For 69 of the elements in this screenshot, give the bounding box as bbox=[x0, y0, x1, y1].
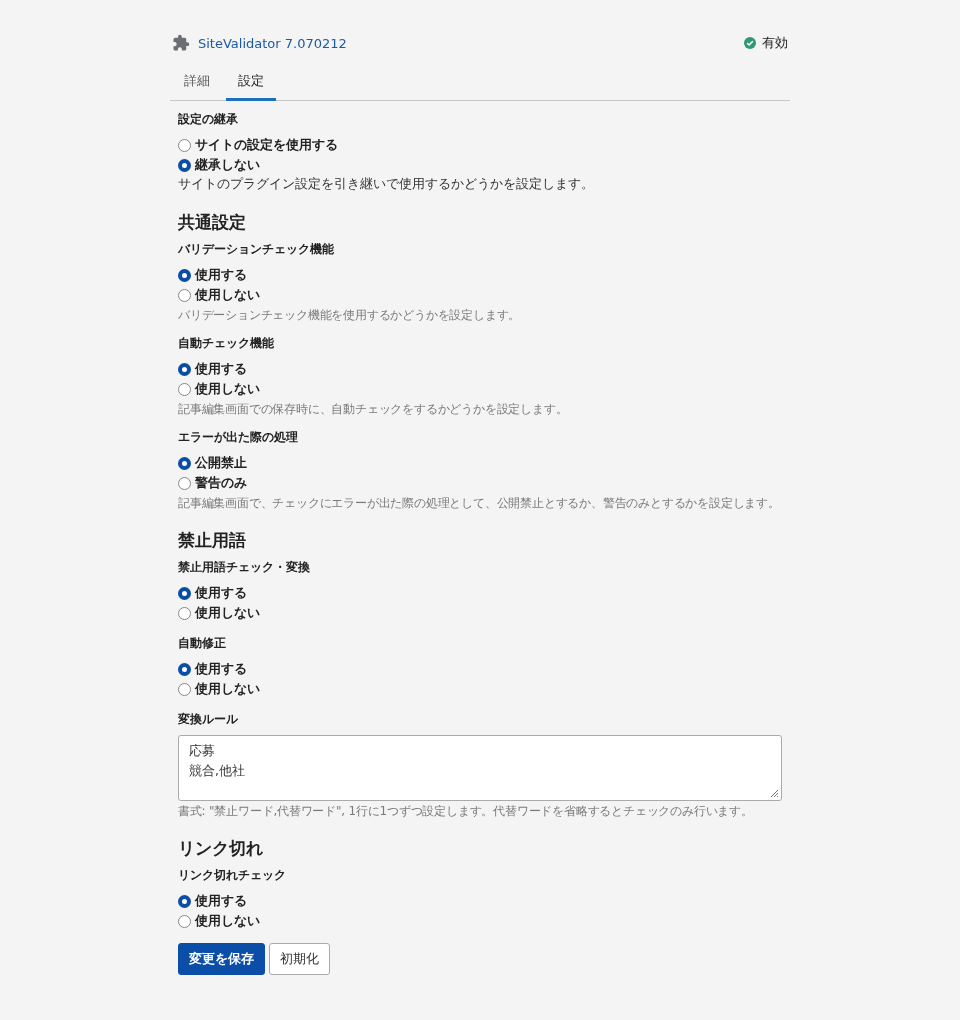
radio-option[interactable]: 使用しない bbox=[178, 603, 782, 623]
option-label: 使用しない bbox=[195, 380, 260, 398]
field-label: 自動修正 bbox=[178, 635, 227, 651]
radio-button[interactable] bbox=[178, 894, 191, 908]
field-label: 自動チェック機能 bbox=[178, 335, 275, 351]
radio-button[interactable] bbox=[178, 382, 191, 396]
radio-button[interactable] bbox=[178, 288, 191, 302]
radio-button[interactable] bbox=[178, 914, 191, 928]
field-label: 禁止用語チェック・変換 bbox=[178, 559, 311, 575]
help-text: バリデーションチェック機能を使用するかどうかを設定します。 bbox=[178, 308, 522, 323]
radio-button[interactable] bbox=[178, 662, 191, 676]
radio-button[interactable] bbox=[178, 362, 191, 376]
radio-button[interactable] bbox=[178, 456, 191, 470]
field-label: エラーが出た際の処理 bbox=[178, 429, 299, 445]
radio-button[interactable] bbox=[178, 682, 191, 696]
option-label: 使用する bbox=[195, 660, 247, 678]
section-heading: 共通設定 bbox=[178, 211, 247, 233]
tab[interactable]: 詳細 bbox=[172, 66, 222, 101]
radio-option[interactable]: 使用する bbox=[178, 659, 782, 679]
field-description: サイトのプラグイン設定を引き継いで使用するかどうかを設定します。 bbox=[178, 175, 595, 193]
save-button[interactable]: 変更を保存 bbox=[178, 943, 265, 975]
help-text: 記事編集画面で、チェックにエラーが出た際の処理として、公開禁止とするか、警告のみとするかを設定します。 bbox=[178, 496, 781, 511]
radio-option[interactable]: 使用する bbox=[178, 359, 782, 379]
rules-textarea[interactable]: 応募 競合,他社 bbox=[178, 735, 782, 801]
radio-option[interactable]: 使用する bbox=[178, 583, 782, 603]
tab[interactable]: 設定 bbox=[226, 66, 276, 101]
option-label: 使用しない bbox=[195, 912, 260, 930]
radio-option[interactable]: サイトの設定を使用する bbox=[178, 135, 782, 155]
radio-option[interactable]: 使用しない bbox=[178, 911, 782, 931]
radio-option[interactable]: 使用する bbox=[178, 891, 782, 911]
option-label: 警告のみ bbox=[195, 474, 247, 492]
option-label: 公開禁止 bbox=[195, 454, 247, 472]
rule-line: 競合,他社 bbox=[189, 762, 246, 780]
resize-grip-icon[interactable] bbox=[769, 788, 779, 798]
option-label: 継承しない bbox=[195, 156, 260, 174]
radio-option[interactable]: 使用しない bbox=[178, 285, 782, 305]
option-label: 使用する bbox=[195, 892, 247, 910]
radio-button[interactable] bbox=[178, 138, 191, 152]
option-label: 使用しない bbox=[195, 286, 260, 304]
field-label: バリデーションチェック機能 bbox=[178, 241, 335, 257]
option-label: 使用する bbox=[195, 584, 247, 602]
radio-option[interactable]: 使用する bbox=[178, 265, 782, 285]
section-heading: 禁止用語 bbox=[178, 529, 247, 551]
radio-button[interactable] bbox=[178, 606, 191, 620]
radio-button[interactable] bbox=[178, 158, 191, 172]
help-text: 書式: "禁止ワード,代替ワード", 1行に1つずつ設定します。代替ワードを省略するとチェックのみ行います。 bbox=[178, 804, 754, 819]
option-label: 使用する bbox=[195, 266, 247, 284]
field-label: リンク切れチェック bbox=[178, 867, 287, 883]
reset-button[interactable]: 初期化 bbox=[269, 943, 330, 975]
field-label: 変換ルール bbox=[178, 711, 239, 727]
radio-option[interactable]: 使用しない bbox=[178, 679, 782, 699]
puzzle-icon bbox=[172, 34, 190, 52]
option-label: サイトの設定を使用する bbox=[195, 136, 338, 154]
plugin-title[interactable]: SiteValidator 7.070212 bbox=[198, 35, 347, 51]
option-label: 使用しない bbox=[195, 680, 260, 698]
radio-button[interactable] bbox=[178, 476, 191, 490]
radio-button[interactable] bbox=[178, 586, 191, 600]
radio-button[interactable] bbox=[178, 268, 191, 282]
radio-option[interactable]: 使用しない bbox=[178, 379, 782, 399]
rule-line: 応募 bbox=[189, 742, 216, 760]
radio-option[interactable]: 警告のみ bbox=[178, 473, 782, 493]
section-heading: リンク切れ bbox=[178, 837, 264, 859]
help-text: 記事編集画面での保存時に、自動チェックをするかどうかを設定します。 bbox=[178, 402, 569, 417]
radio-option[interactable]: 公開禁止 bbox=[178, 453, 782, 473]
option-label: 使用する bbox=[195, 360, 247, 378]
radio-option[interactable]: 継承しない bbox=[178, 155, 782, 175]
option-label: 使用しない bbox=[195, 604, 260, 622]
field-label: 設定の継承 bbox=[178, 111, 239, 127]
status-text: 有効 bbox=[762, 34, 788, 52]
